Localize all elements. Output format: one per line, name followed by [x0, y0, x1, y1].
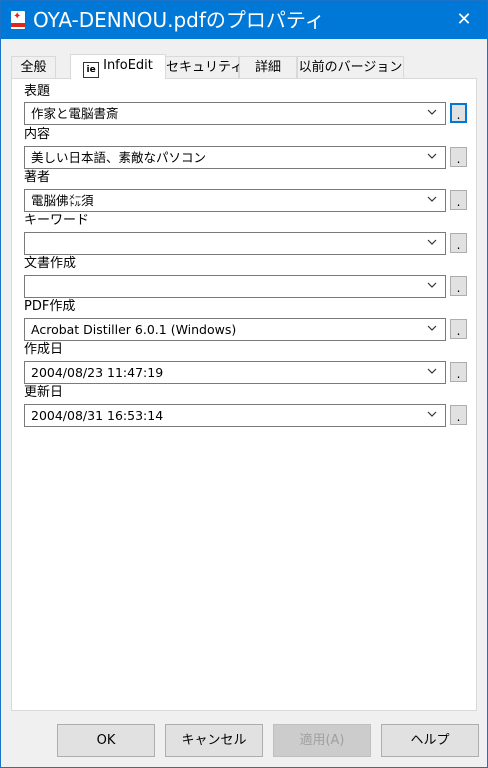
modified-date-value: 2004/08/31 16:53:14 — [31, 408, 164, 423]
tab-previous-versions[interactable]: 以前のバージョン — [297, 56, 404, 78]
creator-combobox[interactable] — [24, 275, 446, 298]
keywords-label: キーワード — [24, 213, 90, 228]
author-value: 電脳佛㍍須 — [31, 193, 94, 208]
chevron-down-icon — [427, 325, 437, 331]
chevron-down-icon — [427, 368, 437, 374]
chevron-down-icon — [427, 196, 437, 202]
window-title: OYA-DENNOU.pdfのプロパティ — [33, 8, 325, 32]
tab-security[interactable]: セキュリティ — [165, 56, 243, 78]
tab-general[interactable]: 全般 — [11, 56, 56, 78]
producer-value: Acrobat Distiller 6.0.1 (Windows) — [31, 322, 237, 337]
tab-strip: 全般 ie InfoEdit セキュリティ 詳細 以前のバージョン — [11, 54, 477, 79]
creator-label: 文書作成 — [24, 256, 77, 271]
author-edit-button[interactable]: . — [450, 190, 467, 210]
subject-edit-button[interactable]: . — [450, 147, 467, 167]
help-button[interactable]: ヘルプ — [381, 724, 479, 757]
chevron-down-icon — [427, 282, 437, 288]
created-date-edit-button[interactable]: . — [450, 362, 467, 382]
pdf-file-icon: ✦ — [11, 11, 25, 29]
producer-edit-button[interactable]: . — [450, 319, 467, 339]
modified-date-combobox[interactable]: 2004/08/31 16:53:14 — [24, 404, 446, 427]
created-date-label: 作成日 — [24, 342, 64, 357]
tab-security-label: セキュリティ — [166, 60, 244, 75]
title-combobox[interactable]: 作家と電脳書斎 — [24, 102, 446, 125]
chevron-down-icon — [427, 153, 437, 159]
modified-date-edit-button[interactable]: . — [450, 405, 467, 425]
subject-label: 内容 — [24, 127, 51, 142]
ok-button[interactable]: OK — [57, 724, 155, 757]
producer-label: PDF作成 — [24, 299, 76, 314]
author-combobox[interactable]: 電脳佛㍍須 — [24, 189, 446, 212]
tab-details-label: 詳細 — [254, 60, 281, 75]
title-label: 表題 — [24, 84, 51, 99]
modified-date-label: 更新日 — [24, 385, 64, 400]
keywords-edit-button[interactable]: . — [450, 233, 467, 253]
chevron-down-icon — [427, 109, 437, 115]
subject-value: 美しい日本語、素敵なパソコン — [31, 150, 207, 165]
creator-edit-button[interactable]: . — [450, 276, 467, 296]
cancel-button[interactable]: キャンセル — [165, 724, 263, 757]
tab-details[interactable]: 詳細 — [239, 56, 297, 78]
keywords-combobox[interactable] — [24, 232, 446, 255]
apply-button[interactable]: 適用(A) — [273, 724, 371, 757]
tab-infoedit[interactable]: ie InfoEdit — [70, 54, 166, 79]
subject-combobox[interactable]: 美しい日本語、素敵なパソコン — [24, 146, 446, 169]
title-value: 作家と電脳書斎 — [31, 106, 119, 121]
properties-dialog: ✦ OYA-DENNOU.pdfのプロパティ ✕ 全般 ie InfoEdit セ… — [0, 0, 488, 768]
author-label: 著者 — [24, 170, 51, 185]
infoedit-panel: 表題 作家と電脳書斎 . 内容 美しい日本語、素敵なパソコン . 著者 電脳佛㍍… — [11, 78, 477, 711]
chevron-down-icon — [427, 239, 437, 245]
created-date-combobox[interactable]: 2004/08/23 11:47:19 — [24, 361, 446, 384]
tab-general-label: 全般 — [20, 60, 47, 75]
chevron-down-icon — [427, 411, 437, 417]
tab-infoedit-label: InfoEdit — [103, 58, 153, 73]
title-bar[interactable]: ✦ OYA-DENNOU.pdfのプロパティ ✕ — [1, 1, 487, 39]
created-date-value: 2004/08/23 11:47:19 — [31, 365, 164, 380]
close-button[interactable]: ✕ — [441, 1, 487, 39]
producer-combobox[interactable]: Acrobat Distiller 6.0.1 (Windows) — [24, 318, 446, 341]
tab-previous-versions-label: 以前のバージョン — [298, 60, 403, 75]
title-edit-button[interactable]: . — [450, 103, 467, 123]
infoedit-icon: ie — [83, 62, 100, 78]
